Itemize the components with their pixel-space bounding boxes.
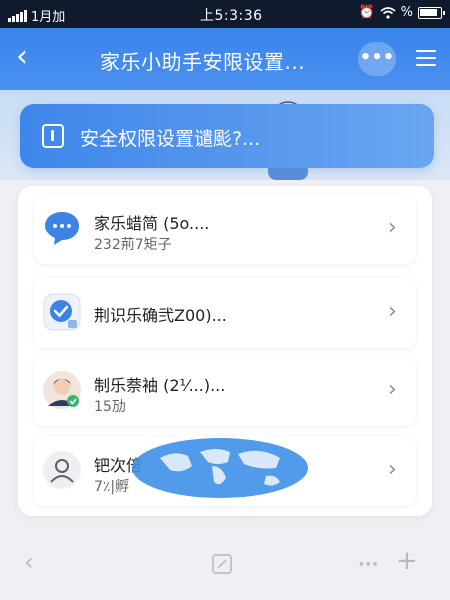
item-title: 制乐萘袖 (2¹⁄...)... xyxy=(94,376,226,395)
list-item[interactable]: 荆识乐确弐Z00)... › xyxy=(34,278,416,348)
more-options-button[interactable]: ••• xyxy=(358,42,396,76)
battery-percent: % xyxy=(400,5,413,20)
banner-text: 安全权限设置谴颩?... xyxy=(80,128,261,150)
avatar-verified-icon xyxy=(43,371,81,409)
item-title: 荆识乐确弐Z00)... xyxy=(94,306,227,325)
item-subtitle: 15劢 xyxy=(94,399,126,415)
item-title: 家乐蜡简 (5o.... xyxy=(94,214,210,233)
security-banner[interactable]: 安全权限设置谴颩?... xyxy=(20,104,434,168)
chevron-right-icon: › xyxy=(388,299,397,324)
chevron-right-icon: › xyxy=(388,457,397,482)
app-header: ‹ 家乐小助手安限设置... ••• xyxy=(0,28,450,90)
menu-icon[interactable] xyxy=(416,50,436,68)
carrier-text: 1月加 xyxy=(31,10,66,25)
status-left: 1月加 xyxy=(8,6,65,25)
back-button[interactable]: ‹ xyxy=(16,40,48,76)
chevron-right-icon: › xyxy=(388,215,397,240)
page-title: 家乐小助手安限设置... xyxy=(100,50,306,74)
chevron-right-icon: › xyxy=(388,377,397,402)
status-bar: 1月加 上5:3:36 ⏰ % xyxy=(0,0,450,28)
list-item[interactable]: 制乐萘袖 (2¹⁄...)... 15劢 › xyxy=(34,356,416,426)
add-icon[interactable]: + xyxy=(396,546,418,576)
check-shield-icon xyxy=(43,293,81,331)
item-subtitle: 7٪|孵 xyxy=(94,479,130,495)
chat-bubble-icon xyxy=(45,212,79,245)
signal-icon xyxy=(8,9,27,22)
edit-icon[interactable] xyxy=(210,552,234,576)
bottom-toolbar: ‹ ··· + xyxy=(0,540,450,600)
alarm-icon: ⏰ xyxy=(358,5,375,20)
more-icon[interactable]: ··· xyxy=(358,554,379,575)
status-right: ⏰ % xyxy=(358,5,445,20)
battery-icon xyxy=(418,6,445,19)
world-map-overlay xyxy=(132,438,308,498)
item-subtitle: 232荊7矩子 xyxy=(94,237,172,253)
person-outline-icon xyxy=(43,451,81,489)
status-time: 上5:3:36 xyxy=(200,8,263,24)
wifi-icon xyxy=(380,6,396,19)
nav-back-icon[interactable]: ‹ xyxy=(24,548,34,576)
info-icon xyxy=(42,124,64,148)
list-item[interactable]: 家乐蜡简 (5o.... 232荊7矩子 › xyxy=(34,194,416,264)
